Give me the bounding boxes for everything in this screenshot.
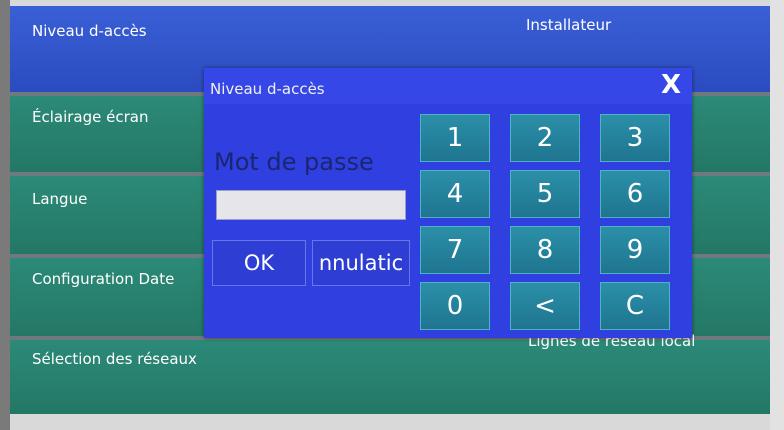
keypad-key-0[interactable]: 0 xyxy=(420,282,490,330)
settings-screen: Niveau d-accès Installateur Éclairage éc… xyxy=(10,6,770,414)
cancel-button[interactable]: nnulatic xyxy=(312,240,410,286)
dialog-header: Niveau d-accès X xyxy=(204,68,692,104)
screen-lighting-label: Éclairage écran xyxy=(32,108,149,126)
access-level-label: Niveau d-accès xyxy=(32,22,147,40)
ok-button[interactable]: OK xyxy=(212,240,306,286)
password-field[interactable] xyxy=(216,190,406,220)
keypad-key-7[interactable]: 7 xyxy=(420,226,490,274)
date-config-label: Configuration Date xyxy=(32,270,175,288)
keypad-key-4[interactable]: 4 xyxy=(420,170,490,218)
access-level-value: Installateur xyxy=(526,16,612,34)
keypad-key-1[interactable]: 1 xyxy=(420,114,490,162)
keypad-key-6[interactable]: 6 xyxy=(600,170,670,218)
device-bezel-right xyxy=(770,0,784,430)
keypad-key-5[interactable]: 5 xyxy=(510,170,580,218)
keypad-key-2[interactable]: 2 xyxy=(510,114,580,162)
device-bezel-left xyxy=(0,0,10,430)
password-label: Mot de passe xyxy=(214,148,374,176)
keypad-key-3[interactable]: 3 xyxy=(600,114,670,162)
password-dialog: Niveau d-accès X Mot de passe OK nnulati… xyxy=(204,68,692,338)
keypad-clear-key[interactable]: C xyxy=(600,282,670,330)
dialog-title: Niveau d-accès xyxy=(210,80,325,98)
keypad-key-8[interactable]: 8 xyxy=(510,226,580,274)
language-label: Langue xyxy=(32,190,88,208)
keypad-key-9[interactable]: 9 xyxy=(600,226,670,274)
network-select-label: Sélection des réseaux xyxy=(32,350,197,368)
close-icon[interactable]: X xyxy=(656,70,686,100)
keypad-backspace-key[interactable]: < xyxy=(510,282,580,330)
network-select-row[interactable]: Sélection des réseaux Lignes de réseau l… xyxy=(10,332,770,414)
